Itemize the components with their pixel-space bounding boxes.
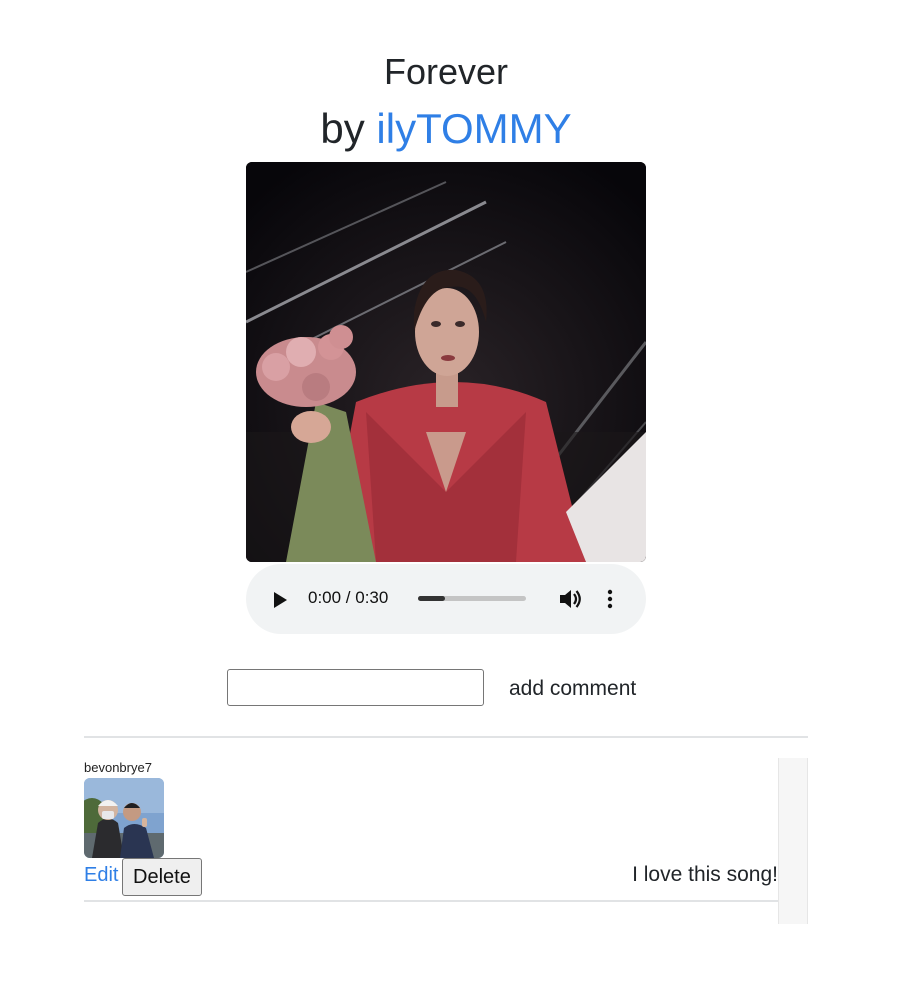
avatar xyxy=(84,778,164,858)
comment-divider xyxy=(84,900,778,902)
time-display: 0:00 / 0:30 xyxy=(308,588,389,607)
comment-scrollbar[interactable] xyxy=(778,758,808,924)
edit-comment-link[interactable]: Edit xyxy=(84,863,118,887)
volume-icon[interactable] xyxy=(558,588,582,610)
add-comment-button[interactable]: add comment xyxy=(509,676,636,702)
album-cover-image xyxy=(246,162,646,562)
byline-prefix: by xyxy=(320,105,377,152)
byline: by ilyTOMMY xyxy=(0,104,892,154)
comment-username: bevonbrye7 xyxy=(84,760,152,775)
progress-fill xyxy=(418,596,445,601)
artist-link[interactable]: ilyTOMMY xyxy=(376,105,571,152)
comment-input[interactable] xyxy=(227,669,484,706)
audio-player: 0:00 / 0:30 xyxy=(246,564,646,634)
progress-slider[interactable] xyxy=(418,596,526,601)
play-icon[interactable] xyxy=(274,592,287,608)
comment-item: bevonbrye7 Edit Delete I love this song! xyxy=(84,758,808,924)
song-title: Forever xyxy=(383,51,509,92)
more-options-icon[interactable] xyxy=(604,588,616,610)
delete-comment-button[interactable]: Delete xyxy=(122,858,202,896)
comment-text: I love this song! xyxy=(632,863,778,886)
divider xyxy=(84,736,808,738)
